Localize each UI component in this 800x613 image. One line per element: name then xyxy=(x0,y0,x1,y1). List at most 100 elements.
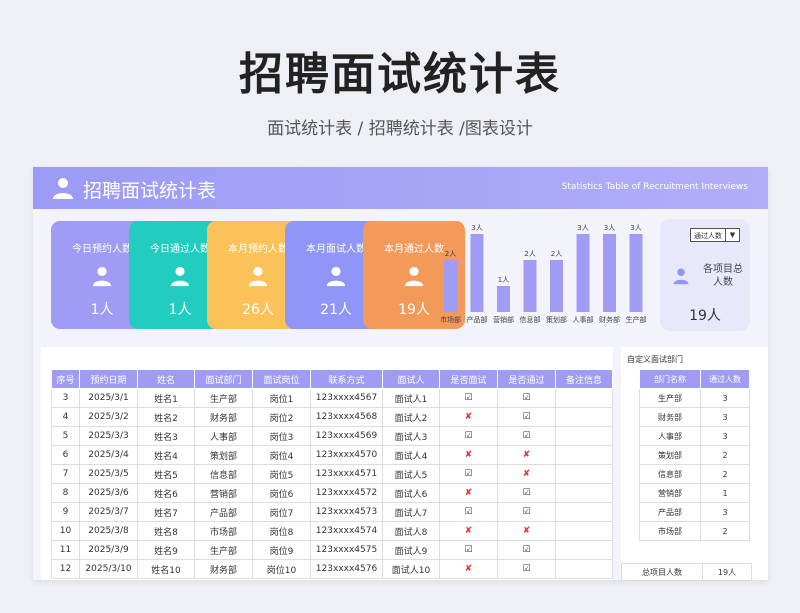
table-cell[interactable]: 123xxxx4574 xyxy=(310,521,383,541)
table-cell[interactable]: 市场部 xyxy=(194,521,253,541)
table-cell-status[interactable]: ✘ xyxy=(439,483,498,503)
table-cell[interactable]: 2025/3/5 xyxy=(79,464,138,484)
table-cell[interactable]: 2025/3/7 xyxy=(79,502,138,522)
table-header-cell[interactable]: 预约日期 xyxy=(79,369,138,389)
table-cell[interactable]: 面试人8 xyxy=(382,521,440,541)
table-cell[interactable]: 6 xyxy=(51,445,80,465)
table-cell[interactable]: 岗位8 xyxy=(252,521,311,541)
table-cell-status[interactable]: ✘ xyxy=(497,464,556,484)
table-cell[interactable]: 面试人9 xyxy=(382,540,440,560)
table-cell[interactable]: 岗位3 xyxy=(252,426,311,446)
table-cell[interactable]: 2025/3/10 xyxy=(79,559,138,579)
table-cell-status[interactable]: ☑ xyxy=(497,426,556,446)
dept-cell[interactable]: 策划部 xyxy=(639,445,701,465)
table-cell[interactable]: 123xxxx4575 xyxy=(310,540,383,560)
table-cell-status[interactable]: ✘ xyxy=(439,445,498,465)
table-cell-status[interactable]: ✘ xyxy=(497,445,556,465)
table-cell-status[interactable]: ☑ xyxy=(439,464,498,484)
table-cell[interactable]: 营销部 xyxy=(194,483,253,503)
table-cell-status[interactable]: ☑ xyxy=(497,388,556,408)
table-cell[interactable]: 姓名8 xyxy=(137,521,195,541)
dept-cell[interactable]: 1 xyxy=(700,483,750,503)
table-cell[interactable]: 123xxxx4568 xyxy=(310,407,383,427)
table-cell-status[interactable]: ☑ xyxy=(497,540,556,560)
table-cell[interactable]: 12 xyxy=(51,559,80,579)
table-cell[interactable]: 生产部 xyxy=(194,540,253,560)
table-cell[interactable]: 岗位2 xyxy=(252,407,311,427)
table-cell[interactable] xyxy=(555,445,613,465)
table-header-cell[interactable]: 是否面试 xyxy=(439,369,498,389)
table-cell[interactable]: 岗位1 xyxy=(252,388,311,408)
table-cell[interactable]: 岗位7 xyxy=(252,502,311,522)
table-cell[interactable]: 4 xyxy=(51,407,80,427)
table-cell[interactable]: 10 xyxy=(51,521,80,541)
table-cell[interactable]: 人事部 xyxy=(194,426,253,446)
table-cell[interactable]: 2025/3/2 xyxy=(79,407,138,427)
table-cell[interactable]: 123xxxx4567 xyxy=(310,388,383,408)
table-cell[interactable]: 财务部 xyxy=(194,407,253,427)
table-cell-status[interactable]: ✘ xyxy=(439,407,498,427)
table-header-cell[interactable]: 姓名 xyxy=(137,369,195,389)
dept-cell[interactable]: 市场部 xyxy=(639,521,701,541)
table-cell[interactable]: 123xxxx4572 xyxy=(310,483,383,503)
table-cell[interactable]: 岗位10 xyxy=(252,559,311,579)
table-cell[interactable]: 生产部 xyxy=(194,388,253,408)
table-cell-status[interactable]: ☑ xyxy=(439,388,498,408)
table-cell[interactable]: 123xxxx4569 xyxy=(310,426,383,446)
table-cell[interactable]: 姓名3 xyxy=(137,426,195,446)
table-cell[interactable] xyxy=(555,502,613,522)
table-header-cell[interactable]: 备注信息 xyxy=(555,369,613,389)
table-header-cell[interactable]: 是否通过 xyxy=(497,369,556,389)
table-cell[interactable]: 2025/3/8 xyxy=(79,521,138,541)
table-cell[interactable]: 姓名6 xyxy=(137,483,195,503)
table-cell-status[interactable]: ☑ xyxy=(439,502,498,522)
table-cell[interactable]: 123xxxx4573 xyxy=(310,502,383,522)
table-cell[interactable]: 岗位5 xyxy=(252,464,311,484)
dept-cell[interactable]: 信息部 xyxy=(639,464,701,484)
dept-cell[interactable]: 生产部 xyxy=(639,388,701,408)
table-cell[interactable] xyxy=(555,464,613,484)
table-cell-status[interactable]: ☑ xyxy=(497,559,556,579)
table-cell[interactable]: 11 xyxy=(51,540,80,560)
dept-cell[interactable]: 产品部 xyxy=(639,502,701,522)
table-cell[interactable] xyxy=(555,388,613,408)
table-cell[interactable]: 123xxxx4576 xyxy=(310,559,383,579)
table-cell[interactable]: 2025/3/4 xyxy=(79,445,138,465)
table-cell[interactable]: 姓名2 xyxy=(137,407,195,427)
table-cell[interactable]: 8 xyxy=(51,483,80,503)
table-cell[interactable]: 姓名4 xyxy=(137,445,195,465)
table-cell-status[interactable]: ✘ xyxy=(439,559,498,579)
table-cell[interactable]: 2025/3/3 xyxy=(79,426,138,446)
dept-cell[interactable]: 财务部 xyxy=(639,407,701,427)
table-cell[interactable]: 面试人1 xyxy=(382,388,440,408)
table-cell[interactable]: 姓名1 xyxy=(137,388,195,408)
table-cell[interactable]: 2025/3/9 xyxy=(79,540,138,560)
table-cell[interactable]: 姓名7 xyxy=(137,502,195,522)
table-cell[interactable]: 策划部 xyxy=(194,445,253,465)
table-cell[interactable] xyxy=(555,407,613,427)
table-cell[interactable]: 2025/3/6 xyxy=(79,483,138,503)
table-cell-status[interactable]: ☑ xyxy=(439,426,498,446)
table-cell[interactable]: 面试人6 xyxy=(382,483,440,503)
table-header-cell[interactable]: 联系方式 xyxy=(310,369,383,389)
table-header-cell[interactable]: 面试人 xyxy=(382,369,440,389)
table-cell-status[interactable]: ☑ xyxy=(439,540,498,560)
table-cell[interactable] xyxy=(555,540,613,560)
table-cell[interactable]: 3 xyxy=(51,388,80,408)
table-header-cell[interactable]: 面试岗位 xyxy=(252,369,311,389)
table-cell[interactable] xyxy=(555,559,613,579)
dept-cell[interactable]: 人事部 xyxy=(639,426,701,446)
table-cell-status[interactable]: ☑ xyxy=(497,502,556,522)
dept-cell[interactable]: 3 xyxy=(700,407,750,427)
dept-cell[interactable]: 3 xyxy=(700,502,750,522)
dept-cell[interactable]: 3 xyxy=(700,388,750,408)
table-cell[interactable] xyxy=(555,521,613,541)
table-cell-status[interactable]: ✘ xyxy=(497,521,556,541)
table-cell-status[interactable]: ☑ xyxy=(497,407,556,427)
table-cell-status[interactable]: ✘ xyxy=(439,521,498,541)
table-cell[interactable]: 2025/3/1 xyxy=(79,388,138,408)
table-cell[interactable]: 123xxxx4571 xyxy=(310,464,383,484)
table-cell[interactable]: 123xxxx4570 xyxy=(310,445,383,465)
table-cell[interactable]: 信息部 xyxy=(194,464,253,484)
table-header-cell[interactable]: 序号 xyxy=(51,369,80,389)
